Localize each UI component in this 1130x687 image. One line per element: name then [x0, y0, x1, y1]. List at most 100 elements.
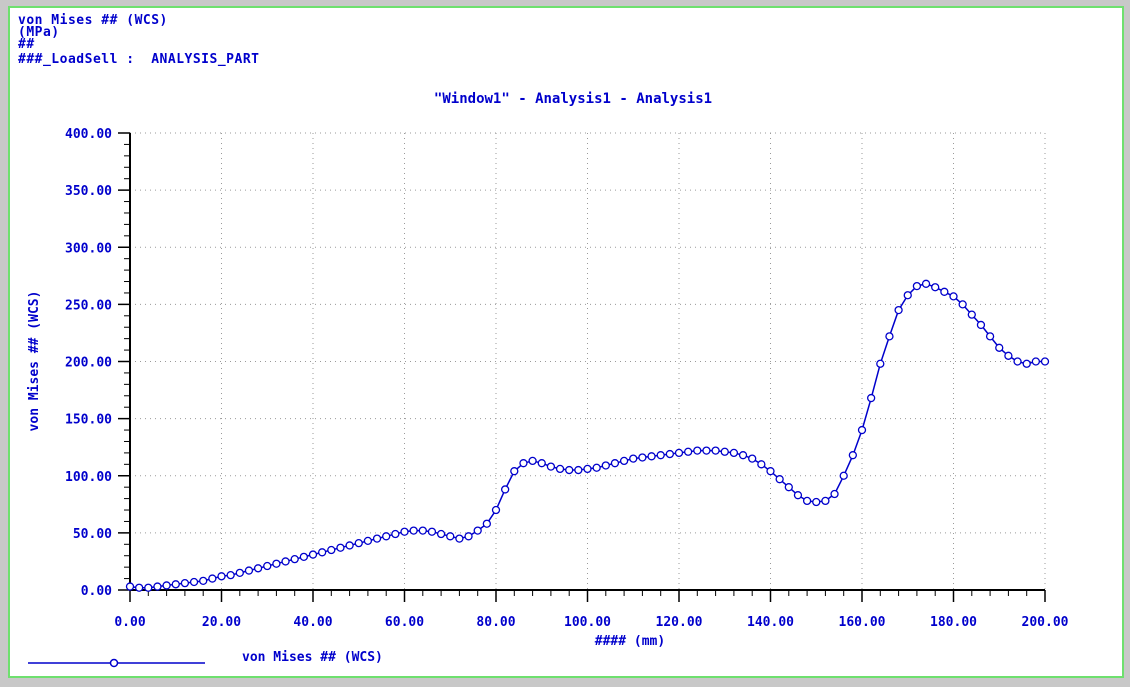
data-point: [629, 454, 638, 463]
data-point: [189, 577, 199, 587]
data-point: [336, 543, 345, 552]
data-point: [1022, 359, 1031, 368]
data-point: [775, 475, 784, 484]
data-point: [235, 568, 244, 578]
data-point: [921, 279, 931, 288]
data-point: [226, 570, 235, 580]
data-point: [263, 561, 272, 571]
line-chart: "Window1" - Analysis1 - Analysis1 #### (…: [27, 91, 1069, 668]
data-point: [958, 300, 967, 309]
data-point: [464, 532, 473, 541]
data-point: [711, 446, 720, 455]
y-tick-label: 50.00: [73, 527, 112, 542]
x-tick-label: 20.00: [202, 615, 241, 630]
data-point: [995, 343, 1004, 352]
data-point: [876, 359, 885, 368]
data-point: [354, 539, 363, 548]
data-point: [601, 461, 610, 470]
data-point: [409, 526, 418, 535]
x-tick-label: 100.00: [564, 615, 611, 630]
window-frame: von Mises ## (WCS) (MPa) ## ###_LoadSell…: [0, 0, 1130, 687]
data-point: [802, 496, 812, 506]
data-point: [217, 572, 226, 581]
data-point: [610, 459, 620, 468]
data-point: [436, 529, 446, 539]
data-point: [1031, 357, 1040, 366]
data-point: [565, 465, 574, 475]
data-point: [867, 393, 876, 403]
y-tick-label: 100.00: [65, 470, 112, 485]
chart-title: "Window1" - Analysis1 - Analysis1: [434, 91, 712, 107]
tick-labels: 0.00 50.00 100.00 150.00 200.00 250.00 300.00 3…: [65, 127, 1069, 630]
data-point: [199, 576, 208, 586]
data-point: [940, 287, 949, 296]
legend-label: von Mises ## (WCS): [242, 650, 383, 665]
data-point: [949, 292, 958, 301]
x-tick-label: 180.00: [930, 615, 977, 630]
data-point: [684, 447, 693, 456]
data-point: [345, 541, 354, 550]
data-point: [162, 581, 171, 590]
data-point: [894, 305, 903, 315]
data-point: [125, 582, 135, 591]
data-point: [985, 332, 995, 341]
data-point: [253, 564, 263, 573]
data-point: [766, 467, 775, 476]
data-point: [482, 519, 492, 528]
y-tick-label: 400.00: [65, 127, 112, 142]
data-point: [382, 532, 391, 541]
data-point: [546, 462, 556, 471]
data-point: [738, 451, 748, 460]
data-point: [372, 534, 382, 543]
data-point: [327, 545, 336, 555]
data-point: [748, 454, 757, 463]
y-tick-label: 300.00: [65, 241, 112, 256]
data-point: [427, 527, 437, 536]
y-axis-label: von Mises ## (WCS): [27, 291, 42, 432]
data-point: [418, 526, 427, 535]
data-point: [171, 580, 180, 589]
data-point: [638, 453, 647, 462]
data-point: [665, 449, 674, 459]
data-point: [290, 555, 299, 564]
data-point: [757, 460, 766, 469]
data-point: [812, 497, 821, 507]
data-point: [363, 536, 373, 546]
data-point: [967, 310, 976, 319]
data-point: [885, 332, 894, 341]
data-point: [491, 505, 501, 515]
data-point: [674, 448, 684, 458]
x-tick-label: 160.00: [839, 615, 886, 630]
data-point: [912, 281, 922, 291]
x-tick-label: 200.00: [1022, 615, 1069, 630]
data-point: [830, 489, 839, 499]
data-point: [693, 446, 702, 455]
data-point: [299, 552, 309, 562]
data-point: [500, 485, 510, 494]
data-point: [647, 452, 656, 461]
data-point: [208, 574, 217, 583]
data-point: [656, 451, 665, 460]
y-tick-label: 250.00: [65, 298, 112, 313]
x-tick-label: 60.00: [385, 615, 424, 630]
data-point: [555, 464, 565, 474]
data-point: [903, 291, 912, 300]
data-point: [153, 582, 162, 591]
y-tick-label: 200.00: [65, 356, 112, 371]
data-point: [839, 471, 848, 480]
data-point: [317, 548, 327, 557]
data-point: [537, 459, 546, 468]
data-point: [519, 459, 528, 468]
data-point: [244, 566, 254, 575]
x-tick-label: 120.00: [656, 615, 703, 630]
data-point: [592, 463, 601, 472]
x-tick-label: 80.00: [476, 615, 515, 630]
data-point: [583, 464, 592, 474]
data-point: [391, 529, 400, 539]
data-point: [272, 559, 281, 568]
data-point: [720, 447, 729, 456]
y-tick-label: 150.00: [65, 413, 112, 428]
data-point: [702, 446, 711, 455]
data-point: [729, 448, 739, 458]
data-point: [400, 527, 409, 536]
